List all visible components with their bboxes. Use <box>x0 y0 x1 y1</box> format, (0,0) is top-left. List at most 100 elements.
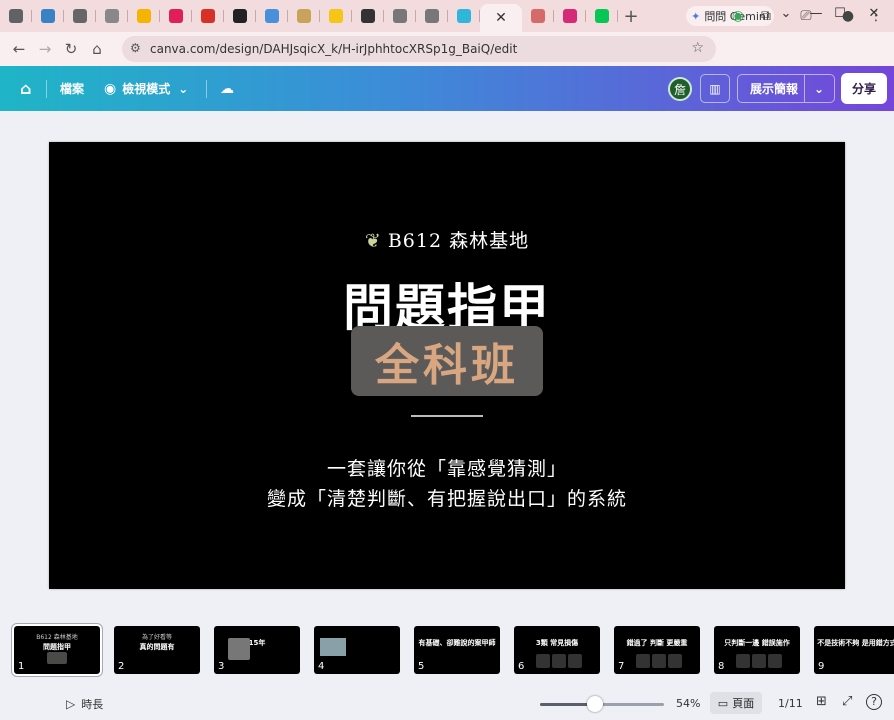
chevron-down-icon[interactable]: ⌄ <box>814 82 824 96</box>
insights-button[interactable]: ▥ <box>700 74 730 103</box>
photo-icon <box>265 9 279 23</box>
line-icon <box>595 9 609 23</box>
site-info-icon[interactable]: ⚙ <box>130 41 141 55</box>
slide-subtitle-text: B612 森林基地 <box>387 230 530 252</box>
slide-thumbnail[interactable]: 4 <box>314 626 400 674</box>
browser-tab[interactable] <box>0 3 32 29</box>
thumbnail-card <box>668 654 682 668</box>
zoom-slider-knob[interactable] <box>586 696 603 712</box>
gemini-sparkle-icon: ✦ <box>691 9 701 23</box>
slide-thumbnail[interactable]: 只判斷一邊 錯誤施作 8 <box>714 626 800 674</box>
thumbnail-card <box>636 654 650 668</box>
slide-thumbnail[interactable]: B612 森林基地 問題指甲 1 <box>12 624 102 676</box>
thumbnail-number: 5 <box>418 661 425 672</box>
slide-thumbnail[interactable]: 15年 3 <box>214 626 300 674</box>
browser-tab[interactable] <box>160 3 192 29</box>
thumbnail-title: 15年 <box>248 639 266 647</box>
slide-thumbnail[interactable]: 3類 常見損傷 6 <box>514 626 600 674</box>
drive-icon <box>137 9 151 23</box>
browser-tab[interactable] <box>256 3 288 29</box>
zoom-label[interactable]: 54% <box>676 697 700 710</box>
browser-tab[interactable] <box>192 3 224 29</box>
active-tab[interactable]: ✕ <box>480 4 522 32</box>
fullscreen-icon[interactable]: ⤢ <box>842 694 852 709</box>
file-menu-label: 檔案 <box>60 82 85 96</box>
globe-icon <box>393 9 407 23</box>
thumbnail-highlight <box>47 652 67 664</box>
thumbnail-number: 1 <box>18 661 25 672</box>
extension-icon[interactable]: ◉ <box>728 8 748 24</box>
present-button[interactable]: 展示簡報 ⌄ <box>737 74 835 103</box>
slide-subtitle: ❦ B612 森林基地 <box>49 226 845 253</box>
duration-label: 時長 <box>81 698 104 711</box>
home-icon[interactable]: ⌂ <box>84 40 110 58</box>
browser-tab[interactable] <box>352 3 384 29</box>
thumbnail-caption: 為了好看等 <box>141 634 172 641</box>
slide-thumbnail[interactable]: 為了好看等 真的問題有 2 <box>114 626 200 674</box>
cast-search-icon[interactable]: ⎚ <box>796 8 816 24</box>
bee-icon <box>297 9 311 23</box>
thumbnail-photo <box>228 638 250 660</box>
browser-tab[interactable] <box>288 3 320 29</box>
duration-button[interactable]: ▷ 時長 <box>66 696 103 712</box>
share-button[interactable]: 分享 <box>841 73 887 104</box>
menu-dots-icon[interactable]: ⋮ <box>866 8 886 24</box>
help-button[interactable]: ? <box>866 694 882 710</box>
image-icon <box>73 9 87 23</box>
new-tab-button[interactable]: + <box>618 6 644 27</box>
browser-tab[interactable] <box>96 3 128 29</box>
puzzle-extensions-icon[interactable]: ⧉ <box>756 8 776 24</box>
address-bar[interactable]: ⚙ canva.com/design/DAHJsqicX_k/H-irJphht… <box>122 36 716 62</box>
thumbnail-photo <box>320 638 346 656</box>
slide-divider <box>411 415 483 417</box>
browser-tab[interactable] <box>586 3 618 29</box>
avatar-initial: 詹 <box>673 82 686 97</box>
slide-thumbnail[interactable]: 錯過了 判斷 更嚴重 7 <box>614 626 700 674</box>
canva-icon <box>457 9 471 23</box>
thumbnail-card <box>552 654 566 668</box>
share-label: 分享 <box>851 82 876 96</box>
thumbnail-card <box>652 654 666 668</box>
forward-arrow-icon[interactable]: → <box>32 40 58 58</box>
home-icon[interactable]: ⌂ <box>20 66 31 111</box>
chevron-down-icon[interactable]: ⌄ <box>776 6 796 21</box>
url-text[interactable]: canva.com/design/DAHJsqicX_k/H-irJphhtoc… <box>150 42 517 56</box>
mountain-icon <box>105 9 119 23</box>
file-menu[interactable]: 檔案 <box>60 66 84 111</box>
thumbnail-title: 3類 常見損傷 <box>535 639 579 647</box>
view-mode-menu[interactable]: ◉ 檢視模式 ⌄ <box>104 66 188 111</box>
slide-thumbnail[interactable]: 有基礎、卻難說的案甲師 5 <box>414 626 500 674</box>
tab-list <box>0 0 480 32</box>
grid-view-icon[interactable]: ⊞ <box>816 694 827 709</box>
thumbnail-title: 有基礎、卻難說的案甲師 <box>418 639 496 647</box>
thumbnail-number: 7 <box>618 661 625 672</box>
pages-button[interactable]: ▭ 頁面 <box>710 692 762 714</box>
browser-tab[interactable] <box>522 3 554 29</box>
leaf-icon: ❦ <box>364 230 382 252</box>
header-divider <box>206 80 207 98</box>
browser-tab[interactable] <box>128 3 160 29</box>
browser-tab[interactable] <box>554 3 586 29</box>
browser-tab[interactable] <box>64 3 96 29</box>
slide-thumbnail[interactable]: 不是技術不夠 是用錯方式 9 <box>814 626 894 674</box>
tab-list-right <box>522 0 618 32</box>
browser-tab[interactable] <box>320 3 352 29</box>
thumbnail-title: 錯過了 判斷 更嚴重 <box>626 639 688 647</box>
browser-tab[interactable] <box>448 3 480 29</box>
browser-toolbar: ← → ↻ ⌂ ⚙ canva.com/design/DAHJsqicX_k/H… <box>0 32 894 66</box>
close-tab-icon[interactable]: ✕ <box>495 10 507 26</box>
profile-icon[interactable]: ● <box>838 8 858 24</box>
browser-tab[interactable] <box>416 3 448 29</box>
cloud-saved-icon[interactable]: ☁ <box>220 66 234 111</box>
back-arrow-icon[interactable]: ← <box>6 40 32 58</box>
bookmark-star-icon[interactable]: ☆ <box>691 40 704 56</box>
sk-icon <box>361 9 375 23</box>
browser-tab[interactable] <box>32 3 64 29</box>
bulb-icon <box>329 9 343 23</box>
avatar[interactable]: 詹 <box>668 77 692 101</box>
browser-tab[interactable] <box>224 3 256 29</box>
reload-icon[interactable]: ↻ <box>58 40 84 58</box>
slide-highlight-box: 全科班 <box>351 326 543 396</box>
slide-canvas[interactable]: ❦ B612 森林基地 問題指甲 全科班 一套讓你從「靠感覺猜測」 變成「清楚判斷… <box>49 142 845 589</box>
browser-tab[interactable] <box>384 3 416 29</box>
